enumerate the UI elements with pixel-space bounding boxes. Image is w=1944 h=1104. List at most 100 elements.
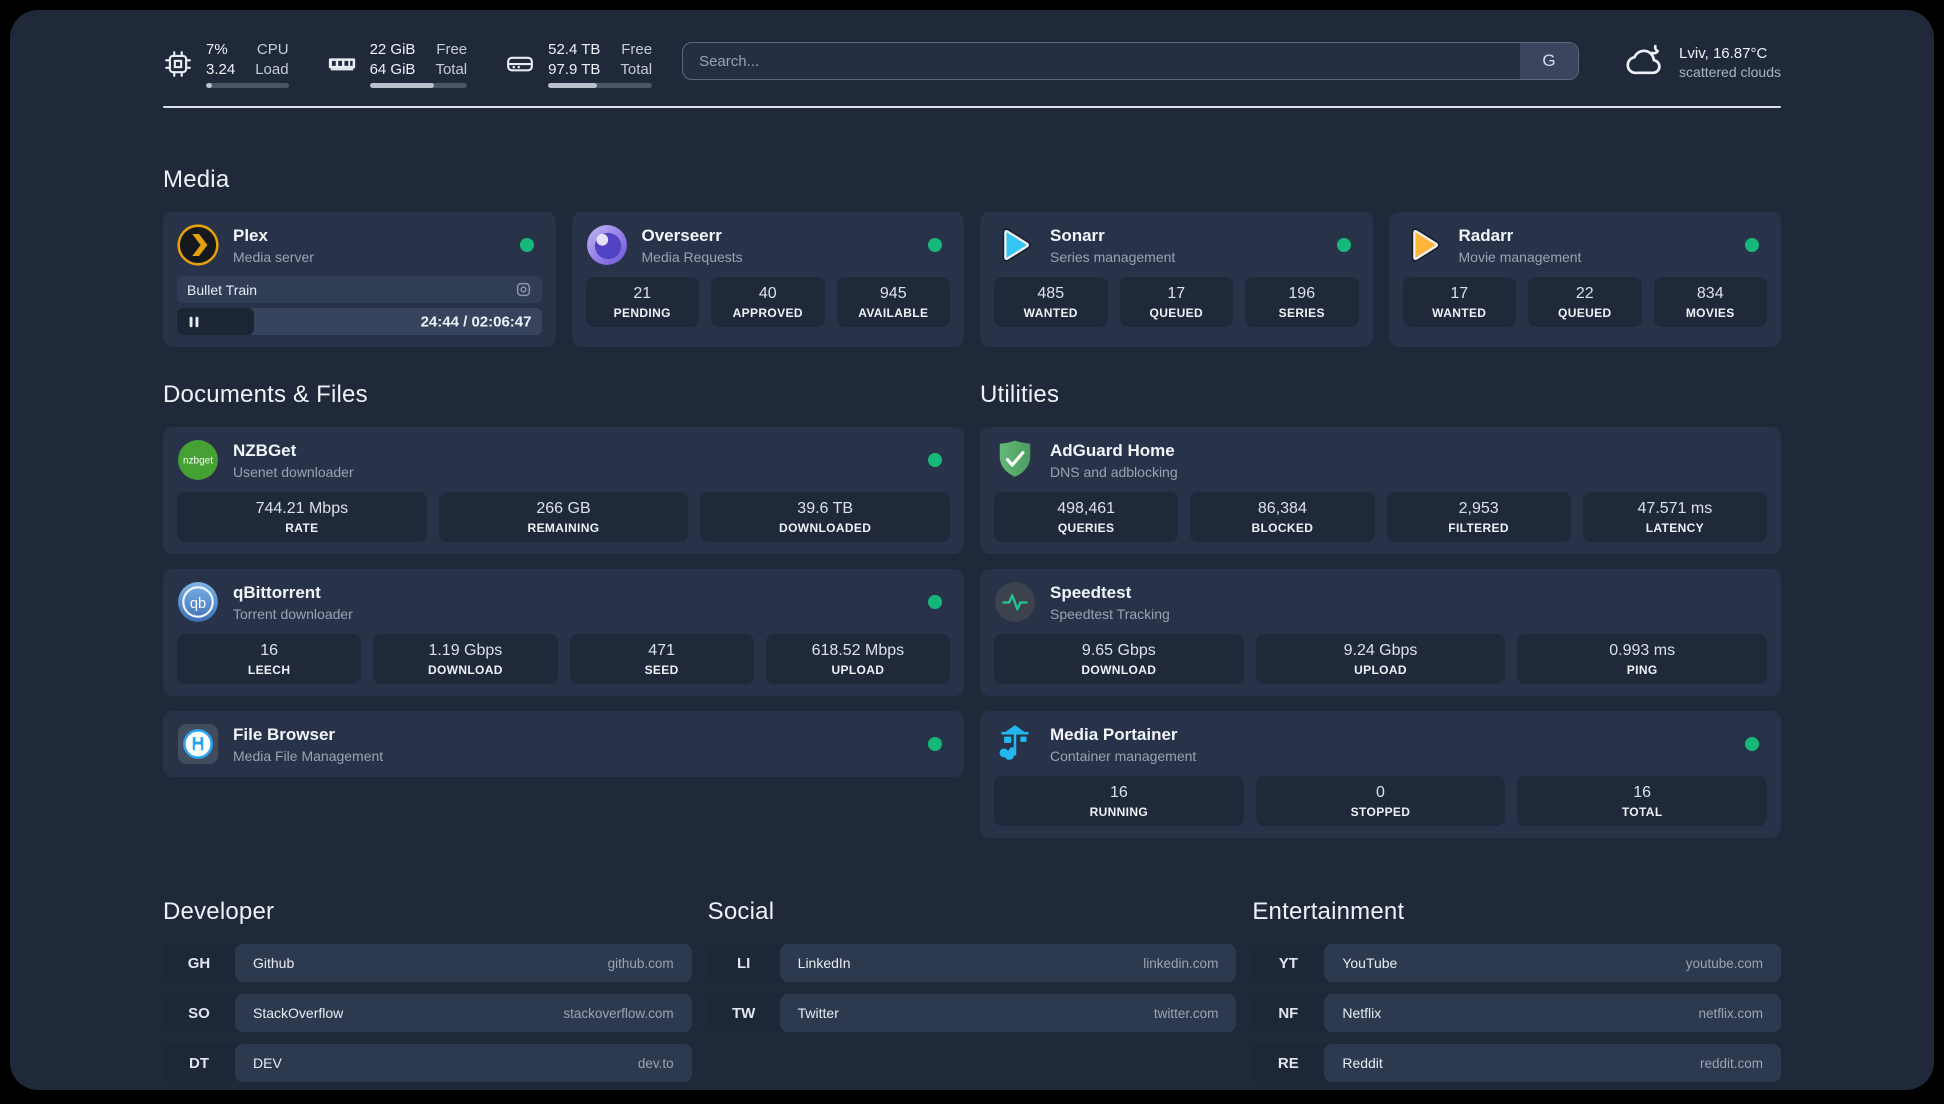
stat-tile: 9.24 Gbps UPLOAD: [1255, 634, 1506, 684]
service-card-nzbget[interactable]: nzbget NZBGet Usenet downloader 744.21 M…: [163, 427, 964, 554]
bookmark-dev[interactable]: DT DEV dev.to: [163, 1044, 692, 1082]
filebrowser-icon: [178, 724, 218, 764]
plex-now-playing: Bullet Train 24:44 / 02:06:47: [177, 276, 542, 335]
stat-tile: 498,461 QUERIES: [994, 492, 1179, 542]
stat-tile: 16 RUNNING: [994, 776, 1244, 826]
sonarr-icon: [1002, 228, 1031, 262]
bookmark-twitter[interactable]: TW Twitter twitter.com: [707, 994, 1237, 1032]
service-subtitle: Media File Management: [233, 747, 384, 764]
bookmark-group-developer: Developer GH Github github.com SO StackOv…: [163, 898, 692, 1082]
stat-tile: 0.993 ms PING: [1517, 634, 1768, 684]
service-name: AdGuard Home: [1050, 440, 1175, 460]
bookmark-url: stackoverflow.com: [563, 1005, 674, 1021]
status-online-dot: [1745, 238, 1759, 252]
radarr-icon: [1411, 228, 1440, 262]
section-title-developer: Developer: [163, 898, 275, 925]
disk-widget: 52.4 TB 97.9 TB Free Total: [505, 40, 653, 88]
cpu-usage-value: 7%: [206, 41, 228, 58]
cpu-icon: [165, 51, 191, 77]
pause-icon[interactable]: [186, 314, 202, 330]
search-bar: G: [682, 42, 1580, 80]
bookmark-reddit[interactable]: RE Reddit reddit.com: [1252, 1044, 1781, 1082]
service-subtitle: Series management: [1050, 248, 1176, 265]
disk-progress-bar: [548, 83, 653, 88]
service-name: Media Portainer: [1050, 724, 1178, 744]
service-subtitle: Movie management: [1458, 248, 1582, 265]
status-online-dot: [519, 238, 534, 252]
weather-location: Lviv, 16.87°C: [1679, 44, 1768, 62]
service-card-filebrowser[interactable]: File Browser Media File Management: [163, 711, 964, 777]
bookmark-url: reddit.com: [1699, 1055, 1763, 1071]
memory-free-label: Free: [436, 41, 468, 58]
now-playing-title: Bullet Train: [187, 281, 258, 298]
search-input[interactable]: [683, 43, 1521, 79]
service-name: qBittorrent: [233, 582, 321, 602]
qbittorrent-icon: qb: [178, 582, 218, 622]
cloud-icon: [1626, 44, 1661, 75]
stat-tile: 40 APPROVED: [711, 277, 825, 327]
status-online-dot: [1745, 737, 1759, 751]
bookmark-youtube[interactable]: YT YouTube youtube.com: [1252, 944, 1781, 982]
section-title-entertainment: Entertainment: [1252, 898, 1405, 925]
stat-tile: 1.19 Gbps DOWNLOAD: [373, 634, 558, 684]
bookmark-name: StackOverflow: [253, 1005, 344, 1021]
status-online-dot: [928, 595, 942, 609]
service-subtitle: Container management: [1050, 747, 1197, 764]
section-media: Media Plex Media server Bullet Train 24:…: [163, 166, 1781, 347]
playback-progress-bar: 24:44 / 02:06:47: [177, 308, 542, 335]
service-card-sonarr[interactable]: Sonarr Series management 485 WANTED 17 QUE…: [980, 212, 1373, 347]
service-name: NZBGet: [233, 440, 297, 460]
service-name: File Browser: [233, 724, 336, 744]
playback-time: 24:44 / 02:06:47: [420, 313, 532, 330]
disk-icon: [507, 56, 534, 72]
service-card-adguard[interactable]: AdGuard Home DNS and adblocking 498,461 Q…: [980, 427, 1781, 554]
adguard-icon: [999, 440, 1031, 477]
stat-tile: 47.571 ms LATENCY: [1582, 492, 1767, 542]
plex-icon: [177, 224, 219, 266]
service-subtitle: Media Requests: [641, 248, 743, 265]
service-card-qbittorrent[interactable]: qb qBittorrent Torrent downloader 16 LEEC…: [163, 569, 964, 696]
now-playing-session-icon[interactable]: [515, 281, 532, 298]
cpu-load-value: 3.24: [206, 60, 236, 78]
stat-tile: 945 AVAILABLE: [836, 277, 950, 327]
bookmark-abbr: SO: [188, 1004, 210, 1022]
stat-tile: 2,953 FILTERED: [1386, 492, 1571, 542]
bookmark-netflix[interactable]: NF Netflix netflix.com: [1252, 994, 1781, 1032]
bookmark-stackoverflow[interactable]: SO StackOverflow stackoverflow.com: [163, 994, 692, 1032]
service-card-overseerr[interactable]: Overseerr Media Requests 21 PENDING 40 APP…: [571, 212, 964, 347]
memory-total-value: 64 GiB: [369, 60, 416, 78]
bookmark-github[interactable]: GH Github github.com: [163, 944, 692, 982]
bookmark-linkedin[interactable]: LI LinkedIn linkedin.com: [707, 944, 1237, 982]
search-provider-button[interactable]: G: [1520, 43, 1579, 79]
top-bar: 7% 3.24 CPU Load 22 GiB 64 GiB Free Tota…: [163, 40, 1781, 88]
bookmark-abbr: TW: [731, 1004, 756, 1022]
cpu-progress-bar: [206, 83, 289, 88]
service-subtitle: DNS and adblocking: [1050, 463, 1178, 480]
service-card-portainer[interactable]: Media Portainer Container management 16 R…: [980, 711, 1781, 838]
stat-tile: 17 QUEUED: [1119, 277, 1233, 327]
service-card-speedtest[interactable]: Speedtest Speedtest Tracking 9.65 Gbps DO…: [980, 569, 1781, 696]
service-name: Speedtest: [1050, 582, 1132, 602]
svg-text:qb: qb: [190, 596, 206, 612]
stat-tile: 22 QUEUED: [1528, 277, 1642, 327]
stat-tile: 471 SEED: [569, 634, 754, 684]
stat-tile: 485 WANTED: [994, 277, 1108, 327]
memory-total-label: Total: [435, 60, 468, 78]
bookmark-url: twitter.com: [1153, 1005, 1219, 1021]
section-documents-files: Documents & Files nzbget NZBGet Usenet d…: [163, 381, 964, 838]
service-subtitle: Torrent downloader: [233, 605, 353, 622]
disk-total-value: 97.9 TB: [548, 60, 601, 78]
stat-tile: 16 TOTAL: [1517, 776, 1768, 826]
topbar-divider: [163, 106, 1781, 108]
disk-total-label: Total: [620, 60, 653, 78]
bookmark-group-social: Social LI LinkedIn linkedin.com TW Twitte…: [707, 898, 1237, 1082]
bookmark-name: DEV: [253, 1055, 282, 1071]
stat-tile: 9.65 Gbps DOWNLOAD: [994, 634, 1244, 684]
service-subtitle: Usenet downloader: [233, 463, 354, 480]
service-subtitle: Speedtest Tracking: [1050, 605, 1170, 622]
service-name: Radarr: [1458, 225, 1514, 245]
memory-icon: [328, 58, 355, 71]
service-card-radarr[interactable]: Radarr Movie management 17 WANTED 22 QUEUE…: [1388, 212, 1781, 347]
service-card-plex[interactable]: Plex Media server Bullet Train 24:44 / 0…: [163, 212, 556, 347]
stat-tile: 86,384 BLOCKED: [1190, 492, 1375, 542]
